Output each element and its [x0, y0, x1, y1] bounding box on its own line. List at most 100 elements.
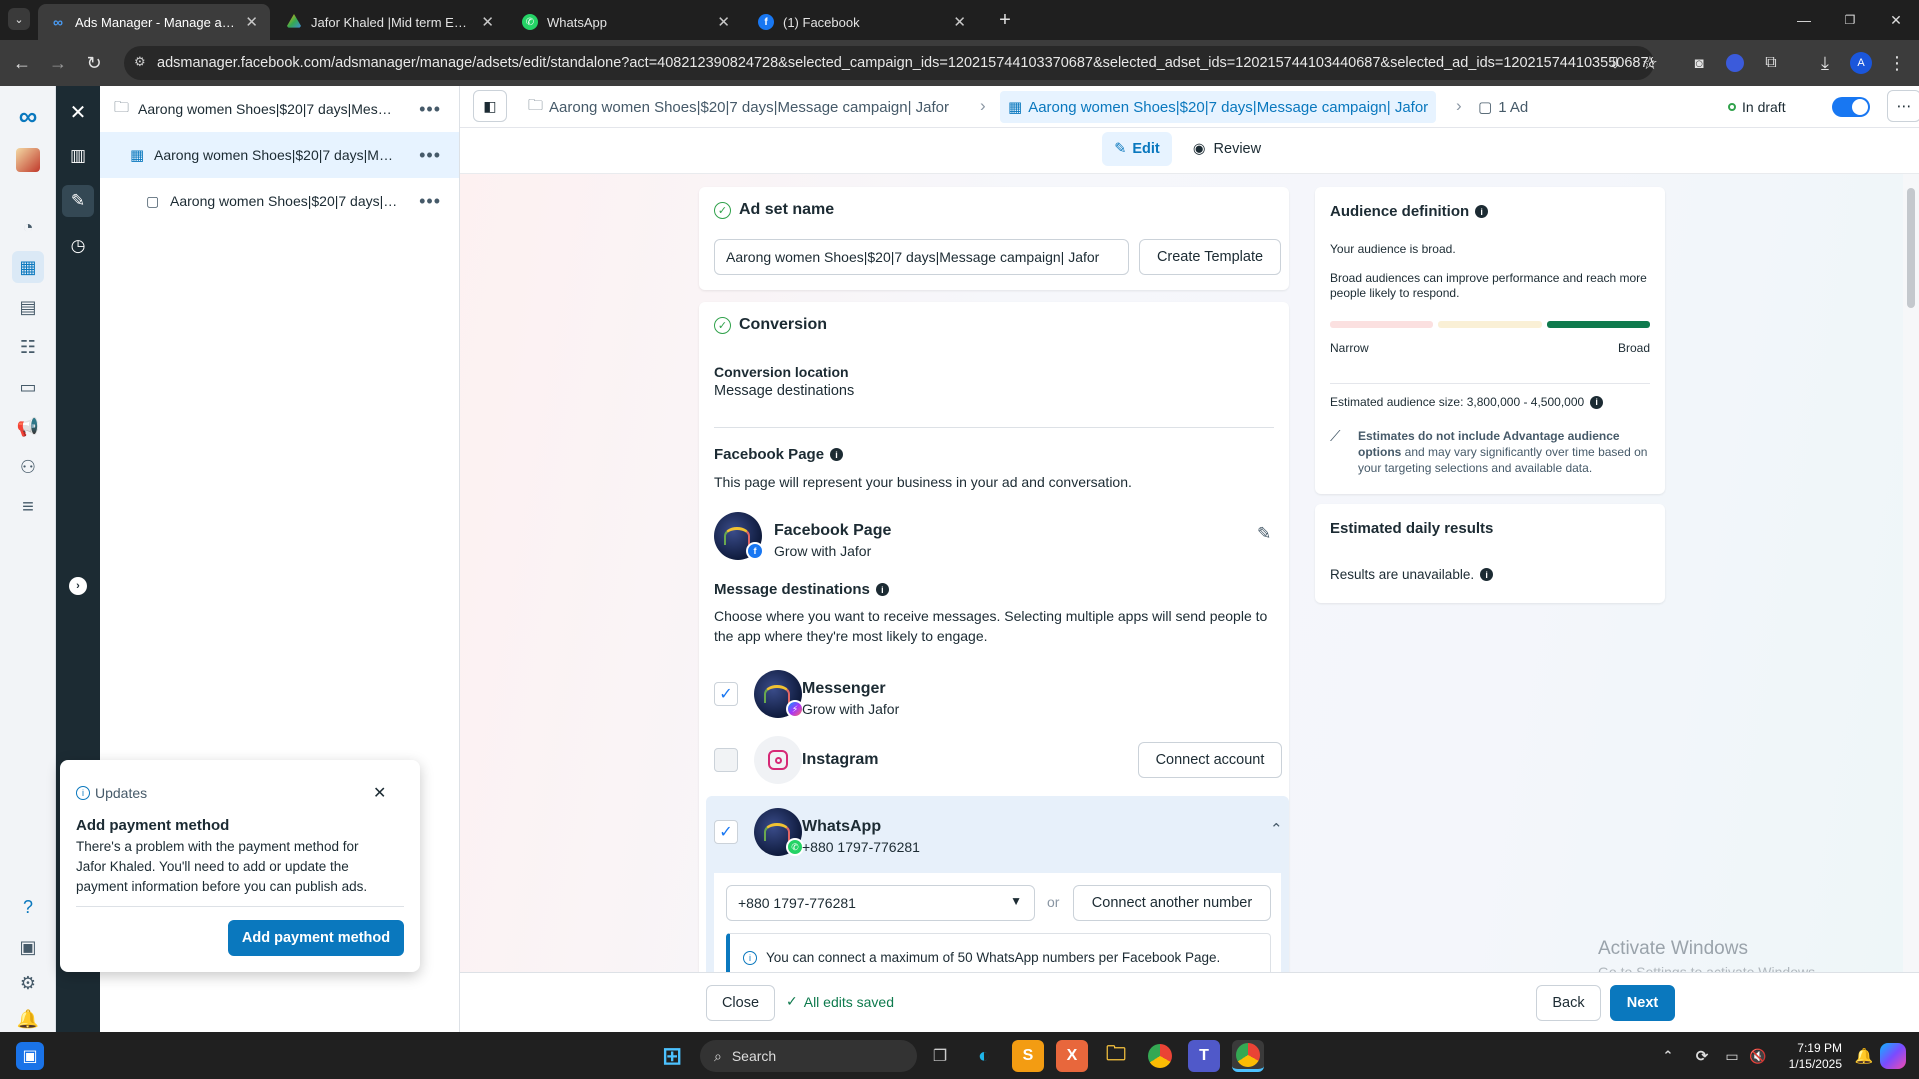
profile-avatar[interactable]: A: [1850, 52, 1872, 74]
minimize-icon[interactable]: —: [1781, 0, 1827, 40]
edit-mode-button[interactable]: ✎ Edit: [1102, 132, 1172, 166]
tree-adset-row[interactable]: ▦ Aarong women Shoes|$20|7 days|Message …: [100, 132, 459, 178]
tab-drive[interactable]: Jafor Khaled |Mid term Exam| - ✕: [274, 4, 506, 40]
xampp-icon[interactable]: X: [1056, 1040, 1088, 1072]
back-arrow-icon[interactable]: ←: [10, 51, 34, 75]
tree-campaign-row[interactable]: 🗀 Aarong women Shoes|$20|7 days|Message …: [100, 86, 459, 132]
teams-icon[interactable]: T: [1188, 1040, 1220, 1072]
close-tab-icon[interactable]: ✕: [953, 13, 966, 31]
close-tab-icon[interactable]: ✕: [717, 13, 730, 31]
sublime-icon[interactable]: S: [1012, 1040, 1044, 1072]
new-tab-icon[interactable]: +: [993, 8, 1017, 32]
next-button[interactable]: Next: [1610, 985, 1675, 1021]
business-tools-icon[interactable]: ⚇: [12, 451, 44, 483]
info-icon[interactable]: i: [1475, 205, 1489, 218]
canvas-scrollbar[interactable]: [1903, 174, 1919, 972]
create-template-button[interactable]: Create Template: [1139, 239, 1281, 275]
close-popup-icon[interactable]: ✕: [373, 783, 386, 803]
edit-page-pencil-icon[interactable]: ✎: [1257, 524, 1271, 544]
notification-bell-icon[interactable]: 🔔: [1848, 1040, 1880, 1072]
all-tools-menu-icon[interactable]: ≡: [12, 491, 44, 523]
taskbar-clock[interactable]: 7:19 PM 1/15/2025: [1780, 1040, 1842, 1072]
news-feed-icon[interactable]: ▣: [12, 931, 44, 963]
info-icon[interactable]: i: [875, 583, 889, 596]
dashboard-gauge-icon[interactable]: ◔: [12, 211, 44, 243]
more-options-icon[interactable]: •••: [419, 99, 441, 120]
sync-icon[interactable]: ⟳: [1686, 1040, 1718, 1072]
camera-extension-icon[interactable]: ◙: [1687, 51, 1711, 75]
audience-estimate-note: Estimates do not include Advantage audie…: [1358, 429, 1648, 475]
scrollbar-thumb[interactable]: [1907, 188, 1915, 308]
widgets-icon[interactable]: ▣: [16, 1042, 44, 1070]
campaign-toggle[interactable]: [1832, 97, 1870, 117]
install-app-icon[interactable]: ⇩: [1603, 51, 1627, 75]
meta-logo-icon[interactable]: ∞: [12, 100, 44, 132]
expand-chevron-icon[interactable]: ›: [69, 577, 87, 595]
file-explorer-icon[interactable]: 🗀: [1100, 1040, 1132, 1072]
restore-icon[interactable]: ❐: [1827, 0, 1873, 40]
tab-search-icon[interactable]: ⌄: [8, 8, 30, 30]
downloads-icon[interactable]: ⤓: [1813, 51, 1837, 75]
toggle-panel-icon[interactable]: ◧: [473, 90, 507, 122]
breadcrumb-ad[interactable]: ▢ 1 Ad: [1478, 86, 1528, 128]
puzzle-extensions-icon[interactable]: ⧉: [1759, 51, 1783, 75]
audience-description: Broad audiences can improve performance …: [1330, 271, 1647, 300]
adset-name-input[interactable]: Aarong women Shoes|$20|7 days|Message ca…: [714, 239, 1129, 275]
site-info-icon[interactable]: ⚙: [134, 54, 146, 70]
close-button[interactable]: Close: [706, 985, 775, 1021]
notifications-bell-icon[interactable]: 🔔: [12, 1003, 44, 1035]
info-icon[interactable]: i: [830, 448, 844, 461]
more-options-icon[interactable]: •••: [419, 145, 441, 166]
whatsapp-checkbox[interactable]: ✓: [714, 820, 738, 844]
address-bar[interactable]: ⚙ adsmanager.facebook.com/adsmanager/man…: [124, 46, 1654, 80]
close-tab-icon[interactable]: ✕: [245, 13, 258, 31]
edit-pencil-icon[interactable]: ✎: [62, 185, 94, 217]
window-close-icon[interactable]: ✕: [1873, 0, 1919, 40]
settings-gear-icon[interactable]: ⚙: [12, 967, 44, 999]
info-icon[interactable]: i: [1590, 395, 1604, 409]
copilot-icon[interactable]: [1880, 1043, 1906, 1069]
volume-muted-icon[interactable]: 🔇: [1742, 1040, 1774, 1072]
info-icon[interactable]: i: [1480, 568, 1494, 581]
tree-ad-row[interactable]: ▢ Aarong women Shoes|$20|7 days|Message …: [100, 178, 459, 224]
whatsapp-number-select[interactable]: +880 1797-776281 ▼: [726, 885, 1035, 921]
extension-icon[interactable]: [1726, 54, 1744, 72]
instagram-checkbox[interactable]: [714, 748, 738, 772]
taskbar-search[interactable]: ⌕ Search: [700, 1040, 917, 1072]
back-button[interactable]: Back: [1536, 985, 1601, 1021]
connect-another-number-button[interactable]: Connect another number: [1073, 885, 1271, 921]
billing-card-icon[interactable]: ▭: [12, 371, 44, 403]
tab-whatsapp[interactable]: ✆ WhatsApp ✕: [510, 4, 742, 40]
breadcrumb-adset[interactable]: ▦ Aarong women Shoes|$20|7 days|Message …: [1000, 91, 1437, 123]
connect-account-button[interactable]: Connect account: [1138, 742, 1282, 778]
tray-chevron-icon[interactable]: ⌃: [1652, 1040, 1684, 1072]
account-avatar[interactable]: [16, 148, 40, 172]
breadcrumb-campaign[interactable]: 🗀 Aarong women Shoes|$20|7 days|Message …: [528, 86, 949, 128]
more-actions-icon[interactable]: ⋯: [1887, 90, 1919, 122]
windows-start-icon[interactable]: ⊞: [656, 1040, 688, 1072]
close-tab-icon[interactable]: ✕: [481, 13, 494, 31]
add-payment-method-button[interactable]: Add payment method: [228, 920, 404, 956]
tab-facebook[interactable]: f (1) Facebook ✕: [746, 4, 978, 40]
reports-icon[interactable]: ▤: [12, 291, 44, 323]
edge-icon[interactable]: ◐: [968, 1040, 1000, 1072]
chrome-active-icon[interactable]: [1236, 1042, 1260, 1067]
reload-icon[interactable]: ↻: [82, 51, 106, 75]
audiences-icon[interactable]: ☷: [12, 331, 44, 363]
campaign-megaphone-icon[interactable]: 📢: [12, 411, 44, 443]
tab-ads-manager[interactable]: ∞ Ads Manager - Manage ads - A ✕: [38, 4, 270, 40]
more-options-icon[interactable]: •••: [419, 191, 441, 212]
help-icon[interactable]: ?: [12, 891, 44, 923]
ads-manager-table-icon[interactable]: ▦: [12, 251, 44, 283]
review-mode-button[interactable]: ◉ Review: [1184, 132, 1270, 166]
history-clock-icon[interactable]: ◷: [62, 230, 94, 262]
forward-arrow-icon[interactable]: →: [46, 51, 70, 75]
performance-chart-icon[interactable]: ▥: [62, 140, 94, 172]
bookmark-star-icon[interactable]: ☆: [1638, 51, 1662, 75]
browser-menu-icon[interactable]: ⋮: [1885, 51, 1909, 75]
close-editor-icon[interactable]: ✕: [62, 96, 94, 128]
task-view-icon[interactable]: ❐: [924, 1040, 956, 1072]
collapse-chevron-icon[interactable]: ⌃: [1270, 820, 1283, 838]
chrome-icon[interactable]: [1148, 1044, 1172, 1068]
messenger-checkbox[interactable]: ✓: [714, 682, 738, 706]
